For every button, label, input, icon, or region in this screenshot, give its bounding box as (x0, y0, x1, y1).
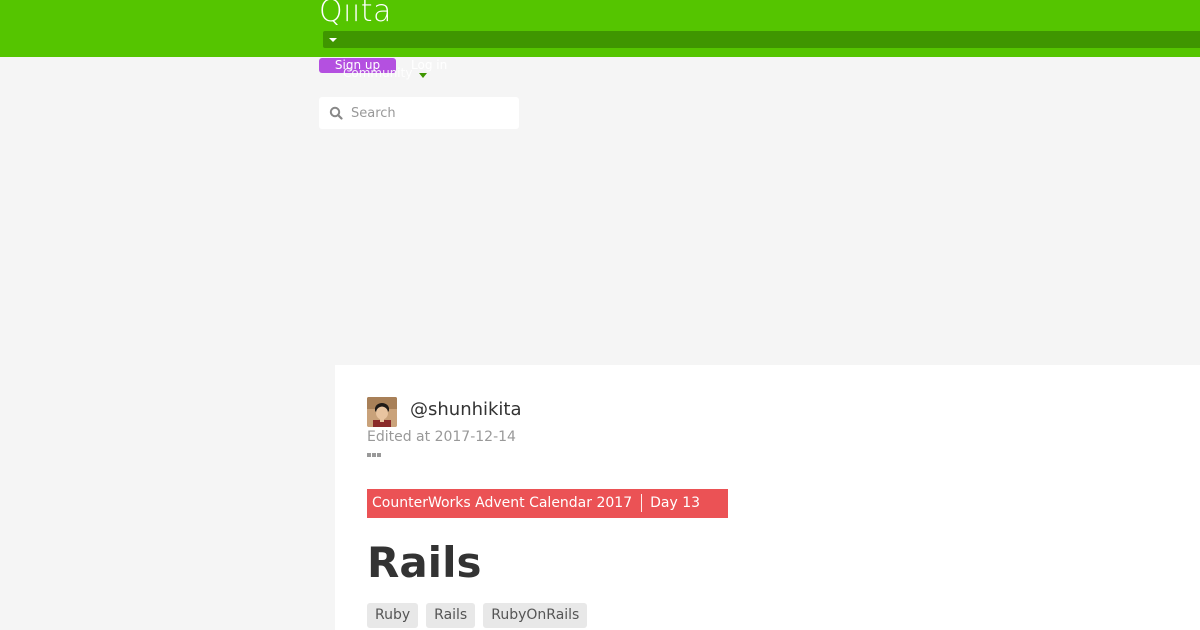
advent-calendar-day: Day 13 (650, 495, 701, 511)
search-input[interactable] (351, 97, 511, 129)
avatar[interactable] (367, 397, 397, 427)
article-card: @shunhikita Edited at 2017-12-14 Counter… (335, 365, 1200, 630)
avatar-image (367, 397, 397, 427)
more-dots-icon[interactable] (367, 452, 383, 458)
community-menu-label[interactable]: Community (343, 66, 412, 81)
search-icon (329, 106, 343, 120)
global-header: Qiita (0, 0, 1200, 57)
login-link[interactable]: Log in (411, 58, 447, 73)
qiita-logo[interactable]: Qiita (319, 0, 392, 30)
advent-calendar-banner[interactable]: CounterWorks Advent Calendar 2017 Day 13 (367, 489, 728, 518)
advent-calendar-name: CounterWorks Advent Calendar 2017 (372, 495, 633, 511)
caret-down-icon (419, 73, 427, 78)
tag-ruby[interactable]: Ruby (367, 603, 419, 628)
advent-divider (641, 494, 643, 512)
tag-rails[interactable]: Rails (426, 603, 476, 628)
tag-list: Ruby Rails RubyOnRails (367, 603, 588, 628)
caret-down-icon (329, 38, 337, 42)
header-dropdown-bar[interactable] (323, 31, 1200, 48)
article-title: Rails (367, 538, 482, 587)
edited-at-timestamp: Edited at 2017-12-14 (367, 429, 516, 445)
author-username[interactable]: @shunhikita (410, 398, 522, 422)
search-box[interactable] (319, 97, 519, 129)
tag-rubyonrails[interactable]: RubyOnRails (483, 603, 588, 628)
